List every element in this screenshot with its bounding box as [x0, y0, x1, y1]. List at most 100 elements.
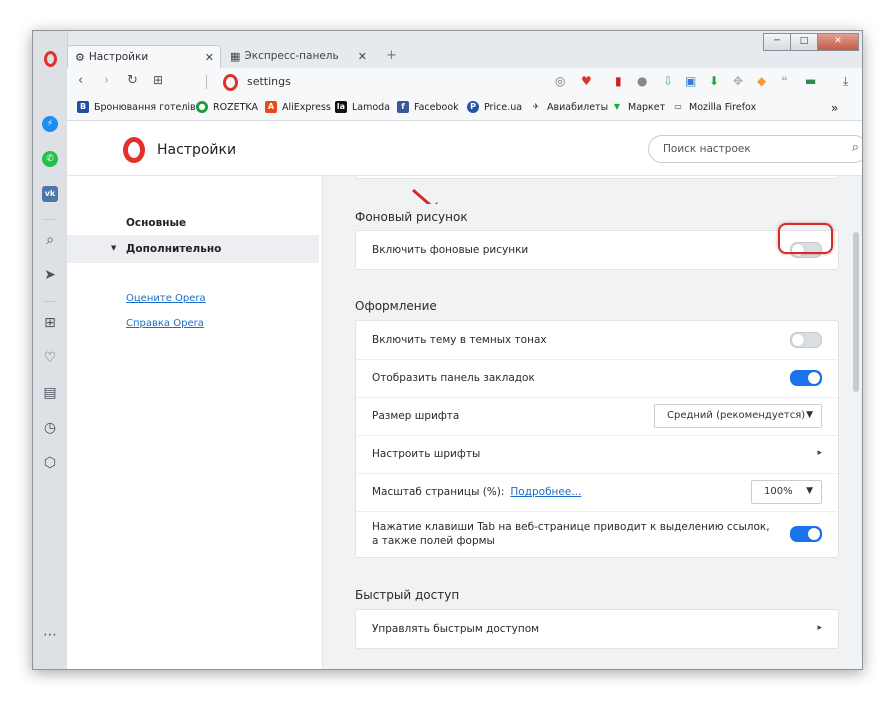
toggle-knob — [808, 372, 820, 384]
reload-icon[interactable]: ↻ — [127, 73, 138, 88]
chat-icon[interactable]: ❝ — [781, 74, 787, 88]
price-icon: P — [467, 101, 479, 113]
bookmark-booking[interactable]: B Бронювання готелів — [77, 101, 196, 113]
booking-icon: B — [77, 101, 89, 113]
nav-advanced[interactable]: ▼ Дополнительно — [67, 235, 319, 263]
rozetka-icon: ● — [196, 101, 208, 113]
sidebar-divider — [43, 301, 57, 302]
back-icon[interactable]: ‹ — [78, 73, 83, 88]
rate-opera-link[interactable]: Оцените Opera — [126, 293, 206, 304]
setting-label: Включить фоновые рисунки — [372, 244, 529, 256]
scrollbar[interactable] — [853, 232, 859, 392]
quick-access-card: Управлять быстрым доступом ▸ — [355, 609, 839, 649]
search-input[interactable] — [661, 142, 845, 156]
section-title-quick-access: Быстрый доступ — [355, 588, 460, 602]
settings-page: Настройки ⌕ Основные ▼ Дополнительно Оце… — [67, 121, 862, 669]
heart-icon[interactable]: ♡ — [33, 350, 67, 366]
cart-icon: ▼ — [613, 102, 621, 111]
bookmark-extension-icon[interactable]: ▮ — [615, 74, 622, 88]
settings-nav: Основные ▼ Дополнительно Оцените Opera С… — [67, 176, 323, 669]
select-value: 100% — [764, 486, 793, 497]
coupon-icon[interactable]: ◆ — [757, 74, 766, 88]
address-input[interactable]: settings — [247, 75, 291, 88]
downloads-icon[interactable]: ⤓ — [843, 74, 848, 89]
grid-icon: ▦ — [230, 49, 241, 63]
opera-help-link[interactable]: Справка Opera — [126, 318, 204, 329]
sidebar-divider — [43, 219, 57, 220]
maximize-button[interactable]: □ — [790, 33, 818, 51]
new-tab-button[interactable]: + — [386, 48, 397, 63]
font-size-select[interactable]: Средний (рекомендуется) ▼ — [654, 404, 822, 428]
lamoda-icon: la — [335, 101, 347, 113]
divider — [206, 75, 207, 89]
bookmark-facebook[interactable]: f Facebook — [397, 101, 459, 113]
translate-icon[interactable]: ▣ — [685, 74, 696, 88]
vk-icon[interactable]: vk — [33, 184, 67, 202]
close-icon[interactable]: ✕ — [358, 50, 367, 63]
tab-speed-dial[interactable]: ▦ Экспресс-панель ✕ — [223, 45, 373, 67]
globe-icon[interactable]: ● — [637, 74, 647, 88]
bookmark-aliexpress[interactable]: A AliExpress — [265, 101, 331, 113]
messenger-icon[interactable]: ⚡ — [33, 114, 67, 132]
bookmark-rozetka[interactable]: ● ROZETKA — [196, 101, 258, 113]
bookmark-market[interactable]: ▼ Маркет — [611, 101, 665, 113]
learn-more-link[interactable]: Подробнее... — [510, 486, 581, 498]
setting-row: Отобразить панель закладок — [356, 359, 838, 398]
window-controls: ─ □ ✕ — [763, 33, 859, 51]
puzzle-icon[interactable]: ✥ — [733, 74, 743, 88]
tab-label: Экспресс-панель — [244, 50, 339, 62]
tab-settings[interactable]: ⚙ Настройки ✕ — [67, 45, 221, 68]
red-arrow-annotation — [412, 188, 438, 204]
minimize-button[interactable]: ─ — [763, 33, 791, 51]
bookmark-lamoda[interactable]: la Lamoda — [335, 101, 390, 113]
speed-dial-icon[interactable]: ⊞ — [153, 73, 163, 87]
chevron-right-icon: ▸ — [817, 448, 822, 458]
news-icon[interactable]: ▤ — [33, 385, 67, 401]
chevron-right-icon: ▸ — [817, 623, 822, 633]
setting-label: Настроить шрифты — [372, 448, 481, 460]
tab-highlight-toggle[interactable] — [790, 526, 822, 542]
setting-row: Включить тему в темных тонах — [356, 321, 838, 360]
section-title-appearance: Оформление — [355, 299, 437, 313]
opera-menu-button[interactable] — [44, 51, 57, 67]
extensions-cube-icon[interactable]: ⬡ — [33, 455, 67, 471]
setting-label: Размер шрифта — [372, 410, 460, 422]
search-icon[interactable]: ⌕ — [33, 232, 67, 248]
nav-basic[interactable]: Основные — [126, 217, 186, 229]
setting-row[interactable]: Управлять быстрым доступом ▸ — [356, 610, 838, 648]
camera-icon[interactable]: ◎ — [555, 74, 565, 88]
search-icon[interactable]: ⌕ — [852, 140, 859, 155]
settings-search[interactable]: ⌕ — [648, 135, 862, 163]
bookmark-firefox[interactable]: ▭ Mozilla Firefox — [672, 101, 756, 113]
bookmarks-more[interactable]: » — [831, 101, 838, 115]
bookmark-price[interactable]: P Price.ua — [467, 101, 522, 113]
forward-icon[interactable]: › — [104, 73, 109, 88]
bookmark-flights[interactable]: ✈ Авиабилеты — [530, 101, 608, 113]
speed-dial-icon[interactable]: ⊞ — [33, 315, 67, 331]
highlight-annotation — [778, 223, 833, 254]
address-bar: ‹ › ↻ ⊞ settings ◎ ♥ ▮ ● ⇩ ▣ ⬇ ✥ ◆ ❝ ▬ ⤓… — [67, 68, 862, 96]
setting-label: Включить тему в темных тонах — [372, 334, 547, 346]
download-arrow-icon[interactable]: ⇩ — [663, 74, 673, 88]
green-download-icon[interactable]: ⬇ — [709, 74, 719, 88]
history-icon[interactable]: ◷ — [33, 420, 67, 436]
dark-theme-toggle[interactable] — [790, 332, 822, 348]
setting-row: Нажатие клавиши Tab на веб-странице прив… — [356, 511, 838, 557]
heart-icon[interactable]: ♥ — [581, 74, 592, 88]
opera-logo-icon — [123, 137, 145, 163]
setting-row: Масштаб страницы (%): Подробнее... 100% ▼ — [356, 473, 838, 512]
screen-icon[interactable]: ▬ — [805, 74, 816, 88]
whatsapp-icon[interactable]: ✆ — [33, 149, 67, 167]
send-icon[interactable]: ➤ — [33, 267, 67, 283]
toggle-knob — [792, 334, 804, 346]
setting-label: Отобразить панель закладок — [372, 372, 535, 384]
close-icon[interactable]: ✕ — [205, 51, 214, 64]
tab-label: Настройки — [88, 51, 149, 63]
more-icon[interactable]: ⋯ — [33, 627, 67, 643]
settings-header: Настройки ⌕ — [67, 121, 862, 176]
page-zoom-select[interactable]: 100% ▼ — [751, 480, 822, 504]
settings-content: Фоновый рисунок Включить фоновые рисунки… — [323, 176, 862, 669]
setting-row[interactable]: Настроить шрифты ▸ — [356, 435, 838, 474]
close-window-button[interactable]: ✕ — [817, 33, 859, 51]
bookmarks-bar-toggle[interactable] — [790, 370, 822, 386]
